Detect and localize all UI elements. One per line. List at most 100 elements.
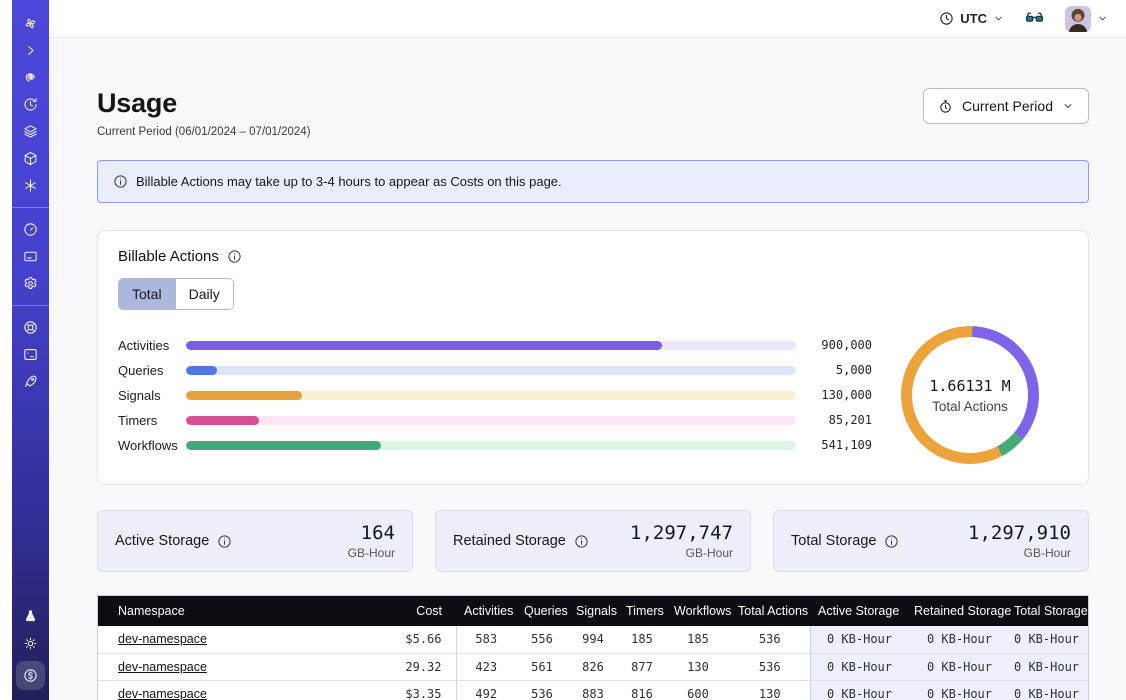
bar-track <box>186 341 796 350</box>
col-active-storage: Active Storage <box>810 596 906 626</box>
dollar-coin-icon[interactable] <box>16 661 45 690</box>
bar-fill <box>186 441 381 450</box>
cell-active-storage: 0 KB-Hour <box>810 626 906 653</box>
cell-retained-storage: 0 KB-Hour <box>906 626 1006 653</box>
terminal-icon[interactable] <box>12 341 49 368</box>
info-icon[interactable] <box>217 534 232 549</box>
cell-activities: 423 <box>456 653 516 680</box>
col-workflows: Workflows <box>666 596 730 626</box>
cell-cost: $5.66 <box>378 626 456 653</box>
feedback-button[interactable] <box>1024 8 1045 29</box>
bar-fill <box>186 341 662 350</box>
bar-label: Activities <box>118 338 184 353</box>
clock-icon <box>939 11 954 26</box>
glasses-icon <box>1024 8 1045 29</box>
cell-signals: 994 <box>568 626 618 653</box>
info-icon[interactable] <box>113 174 128 189</box>
namespace-link[interactable]: dev-namespace <box>118 660 207 674</box>
col-activities: Activities <box>456 596 516 626</box>
bar-track <box>186 391 796 400</box>
info-banner-text: Billable Actions may take up to 3-4 hour… <box>136 174 562 189</box>
billable-actions-title: Billable Actions <box>118 248 219 265</box>
namespace-link[interactable]: dev-namespace <box>118 687 207 700</box>
sun-icon[interactable] <box>12 630 49 657</box>
cell-timers: 816 <box>618 680 666 700</box>
bar-value: 900,000 <box>800 338 872 352</box>
retained-storage-label: Retained Storage <box>453 533 566 549</box>
chevron-down-icon <box>1062 100 1074 112</box>
cell-active-storage: 0 KB-Hour <box>810 680 906 700</box>
billable-actions-card: Billable Actions Total Daily Activities … <box>97 230 1089 485</box>
lifebuoy-icon[interactable] <box>12 314 49 341</box>
bar-track <box>186 416 796 425</box>
main-content: Usage Current Period (06/01/2024 – 07/01… <box>49 38 1126 700</box>
cell-total-actions: 130 <box>730 680 810 700</box>
user-menu[interactable] <box>1065 6 1108 32</box>
credit-card-icon[interactable] <box>12 243 49 270</box>
active-storage-value: 164 <box>348 522 395 544</box>
col-total-actions: Total Actions <box>730 596 810 626</box>
pinwheel-logo-icon[interactable] <box>12 10 49 37</box>
gauge-icon[interactable] <box>12 216 49 243</box>
namespace-link[interactable]: dev-namespace <box>118 632 207 646</box>
billable-actions-chart: Activities 900,000 Queries 5,000 Signals… <box>118 326 1068 464</box>
cell-total-actions: 536 <box>730 626 810 653</box>
avatar <box>1065 6 1091 32</box>
table-row: dev-namespace $3.35 492 536 883 816 600 … <box>98 680 1089 700</box>
bar-value: 130,000 <box>800 388 872 402</box>
total-actions-donut: 1.66131 M Total Actions <box>901 326 1039 464</box>
col-queries: Queries <box>516 596 568 626</box>
cell-queries: 561 <box>516 653 568 680</box>
rocket-icon[interactable] <box>12 368 49 395</box>
bar-track <box>186 441 796 450</box>
chevron-right-icon[interactable] <box>12 37 49 64</box>
period-selector-button[interactable]: Current Period <box>923 88 1089 124</box>
gear-icon[interactable] <box>12 270 49 297</box>
bar-label: Timers <box>118 413 184 428</box>
bar-fill <box>186 366 217 375</box>
asterisk-icon[interactable] <box>12 172 49 199</box>
cell-total-actions: 536 <box>730 653 810 680</box>
cell-signals: 826 <box>568 653 618 680</box>
info-icon[interactable] <box>574 534 589 549</box>
table-row: dev-namespace 29.32 423 561 826 877 130 … <box>98 653 1089 680</box>
table-row: dev-namespace $5.66 583 556 994 185 185 … <box>98 626 1089 653</box>
col-timers: Timers <box>618 596 666 626</box>
layers-icon[interactable] <box>12 118 49 145</box>
sidebar <box>12 0 49 700</box>
cube-icon[interactable] <box>12 145 49 172</box>
cell-cost: $3.35 <box>378 680 456 700</box>
clock-arrow-icon[interactable] <box>12 91 49 118</box>
bar-row-signals: Signals 130,000 <box>118 383 872 408</box>
info-icon[interactable] <box>227 249 242 264</box>
bar-label: Workflows <box>118 438 184 453</box>
bar-row-queries: Queries 5,000 <box>118 358 872 383</box>
page-subtitle: Current Period (06/01/2024 – 07/01/2024) <box>97 126 311 138</box>
total-storage-value: 1,297,910 <box>968 522 1071 544</box>
bar-value: 5,000 <box>800 363 872 377</box>
topbar: UTC <box>49 0 1126 38</box>
timezone-label: UTC <box>960 11 987 26</box>
tab-total[interactable]: Total <box>119 279 175 309</box>
cell-timers: 877 <box>618 653 666 680</box>
cell-activities: 583 <box>456 626 516 653</box>
cell-total-storage: 0 KB-Hour <box>1006 653 1089 680</box>
bar-row-activities: Activities 900,000 <box>118 333 872 358</box>
spiral-icon[interactable] <box>12 64 49 91</box>
bar-value: 85,201 <box>800 413 872 427</box>
retained-storage-unit: GB-Hour <box>630 546 733 560</box>
namespace-usage-table: Namespace Cost Activities Queries Signal… <box>97 595 1089 700</box>
flask-icon[interactable] <box>12 603 49 630</box>
chevron-down-icon <box>1097 13 1108 24</box>
timezone-selector[interactable]: UTC <box>939 11 1004 26</box>
page-header: Usage Current Period (06/01/2024 – 07/01… <box>97 88 1089 138</box>
retained-storage-card: Retained Storage 1,297,747 GB-Hour <box>435 510 751 572</box>
donut-center: 1.66131 M Total Actions <box>912 337 1028 453</box>
total-actions-value: 1.66131 M <box>929 377 1010 395</box>
col-retained-storage: Retained Storage <box>906 596 1006 626</box>
info-icon[interactable] <box>884 534 899 549</box>
tab-daily[interactable]: Daily <box>175 279 233 309</box>
col-total-storage: Total Storage <box>1006 596 1089 626</box>
col-cost: Cost <box>378 596 456 626</box>
col-signals: Signals <box>568 596 618 626</box>
